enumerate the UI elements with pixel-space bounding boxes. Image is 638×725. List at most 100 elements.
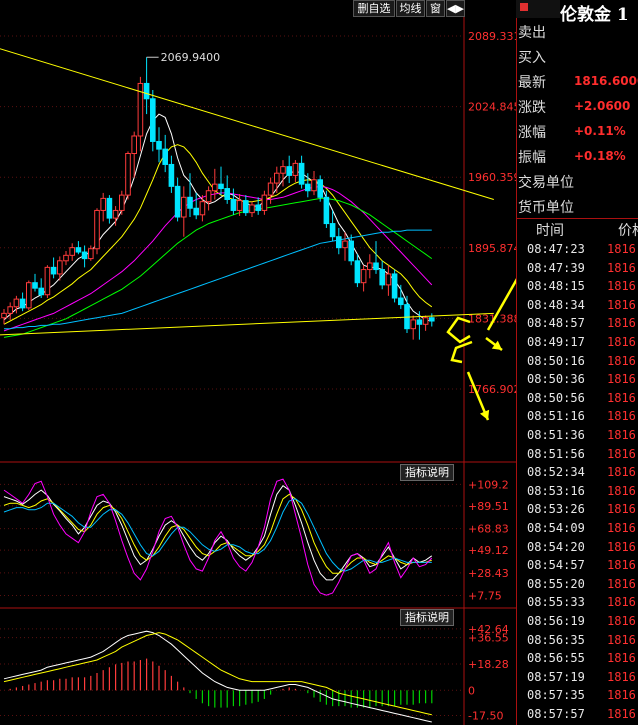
candle-body bbox=[422, 317, 429, 325]
candle-body bbox=[305, 183, 311, 192]
tick-price-18: 1816.6 bbox=[607, 576, 638, 591]
tick-price-6: 1816.4 bbox=[607, 353, 638, 368]
tick-price-1: 1816.5 bbox=[607, 260, 638, 275]
price-tick-label: 1960.359 bbox=[468, 171, 516, 184]
ticks-header-time: 时间 bbox=[536, 223, 564, 239]
tick-time-7: 08:50:36 bbox=[527, 372, 585, 387]
price-tick-label: 2024.845 bbox=[468, 101, 516, 114]
candle-body bbox=[311, 179, 317, 192]
quote-label-6: 交易单位 bbox=[518, 175, 574, 191]
tick-time-3: 08:48:34 bbox=[527, 297, 585, 312]
indicator-info-button-2[interactable]: 指标说明 bbox=[400, 609, 454, 626]
tick-time-16: 08:54:20 bbox=[527, 539, 585, 554]
toolbar-button-1[interactable]: 均线 bbox=[396, 0, 425, 17]
ticks-header-price: 价格 bbox=[618, 223, 638, 239]
candle-body bbox=[100, 197, 107, 211]
candle-body bbox=[236, 200, 243, 211]
quote-value-3: +2.0600 bbox=[574, 99, 631, 113]
candle-body bbox=[360, 269, 367, 284]
osc-tick-label: +7.75 bbox=[468, 590, 502, 603]
candle-body bbox=[199, 201, 206, 216]
quote-label-3: 涨跌 bbox=[518, 100, 546, 116]
osc-tick-label: +89.51 bbox=[468, 500, 509, 513]
candle-body bbox=[398, 297, 404, 306]
candle-body bbox=[416, 319, 423, 325]
tick-time-13: 08:53:16 bbox=[527, 483, 585, 498]
max-annotation-label: 2069.9400 bbox=[161, 51, 221, 64]
candle-body bbox=[410, 319, 416, 330]
candle-body bbox=[187, 196, 193, 209]
tick-time-19: 08:55:33 bbox=[527, 595, 585, 610]
macd-tick-label: +18.28 bbox=[468, 658, 509, 671]
tick-time-0: 08:47:23 bbox=[527, 242, 585, 256]
tick-price-3: 1816.3 bbox=[607, 297, 638, 312]
candle-body bbox=[156, 140, 162, 150]
candle-body bbox=[354, 260, 361, 284]
candle-body bbox=[150, 98, 156, 142]
tick-price-11: 1816.6 bbox=[607, 446, 638, 461]
candle-body bbox=[125, 153, 131, 196]
tick-time-1: 08:47:39 bbox=[527, 260, 585, 275]
candle-body bbox=[255, 204, 261, 211]
toolbar-button-0[interactable]: 删自选 bbox=[353, 0, 395, 17]
tick-time-17: 08:54:57 bbox=[527, 558, 585, 573]
candle-body bbox=[88, 248, 94, 260]
tick-time-4: 08:48:57 bbox=[527, 316, 585, 331]
candle-body bbox=[224, 188, 230, 200]
candle-body bbox=[57, 260, 63, 275]
candle-body bbox=[286, 166, 292, 176]
tick-time-25: 08:57:57 bbox=[527, 707, 585, 721]
quote-label-1: 买入 bbox=[518, 50, 546, 66]
indicator-info-button-1[interactable]: 指标说明 bbox=[400, 464, 454, 481]
tick-price-2: 1816.4 bbox=[607, 279, 638, 294]
candle-body bbox=[69, 247, 76, 256]
tick-price-24: 1816.6 bbox=[607, 688, 638, 703]
candle-body bbox=[112, 209, 119, 219]
quote-value-5: +0.18% bbox=[574, 149, 626, 163]
tick-price-9: 1816.6 bbox=[607, 409, 638, 424]
candle-body bbox=[44, 266, 51, 296]
candle-body bbox=[193, 207, 199, 216]
tick-price-16: 1816.2 bbox=[607, 539, 638, 554]
osc-tick-label: +68.83 bbox=[468, 523, 509, 536]
tick-price-19: 1816.6 bbox=[607, 595, 638, 610]
tick-time-9: 08:51:16 bbox=[527, 409, 585, 424]
quote-label-0: 卖出 bbox=[518, 25, 546, 41]
candle-body bbox=[168, 163, 175, 187]
tick-price-10: 1816.5 bbox=[607, 428, 638, 442]
price-tick-label: 2089.331 bbox=[468, 30, 516, 43]
candle-body bbox=[63, 254, 69, 262]
tick-time-23: 08:57:19 bbox=[527, 669, 585, 684]
candle-body bbox=[267, 182, 274, 196]
candle-body bbox=[298, 162, 305, 185]
tick-price-23: 1816.6 bbox=[607, 669, 638, 684]
candle-body bbox=[75, 247, 82, 253]
tick-time-11: 08:51:56 bbox=[527, 446, 585, 461]
candle-body bbox=[205, 190, 212, 203]
candle-body bbox=[38, 287, 45, 296]
title-bar-left bbox=[516, 0, 560, 18]
candle-body bbox=[230, 198, 237, 211]
osc-tick-label: +49.12 bbox=[468, 544, 509, 557]
tick-price-25: 1816.6 bbox=[607, 707, 638, 721]
tick-time-6: 08:50:16 bbox=[527, 353, 585, 368]
toolbar-button-3[interactable]: ◀▶ bbox=[446, 0, 465, 17]
toolbar-button-2[interactable]: 窗 bbox=[426, 0, 445, 17]
tick-price-15: 1816.3 bbox=[607, 521, 638, 535]
osc-tick-label: +109.2 bbox=[468, 478, 509, 491]
candle-body bbox=[13, 298, 20, 308]
candle-body bbox=[26, 282, 32, 309]
tick-price-21: 1816.6 bbox=[607, 632, 638, 647]
candle-body bbox=[323, 196, 330, 225]
tick-price-0: 1816.5 bbox=[607, 242, 638, 256]
tick-time-15: 08:54:09 bbox=[527, 521, 585, 535]
candle-body bbox=[249, 204, 255, 214]
tick-time-14: 08:53:26 bbox=[527, 502, 585, 517]
candle-body bbox=[317, 179, 323, 198]
tick-price-20: 1816.6 bbox=[607, 614, 638, 628]
candle-body bbox=[218, 183, 224, 190]
candle-body bbox=[261, 194, 268, 211]
candle-body bbox=[119, 194, 125, 211]
quote-label-5: 振幅 bbox=[518, 150, 546, 166]
candle-body bbox=[342, 240, 348, 249]
